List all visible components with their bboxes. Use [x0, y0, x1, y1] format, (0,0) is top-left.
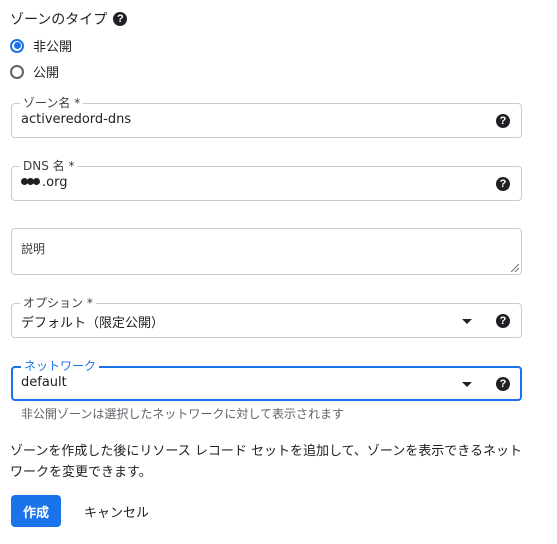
- help-icon[interactable]: ?: [496, 114, 510, 128]
- radio-private[interactable]: 非公開: [10, 36, 72, 55]
- resize-handle-icon[interactable]: [511, 264, 519, 272]
- radio-public[interactable]: 公開: [10, 62, 59, 81]
- radio-private-label: 非公開: [33, 40, 73, 55]
- radio-button-unchecked[interactable]: [10, 64, 24, 79]
- options-label: オプション *: [20, 295, 96, 311]
- dns-name-field[interactable]: DNS 名 * .org ?: [11, 158, 522, 201]
- options-select[interactable]: オプション * デフォルト（限定公開） ?: [11, 295, 522, 338]
- info-text: ゾーンを作成した後にリソース レコード セットを追加して、ゾーンを表示できるネッ…: [10, 444, 523, 480]
- network-select[interactable]: ネットワーク default ?: [11, 358, 522, 401]
- description-placeholder: 説明: [21, 242, 46, 256]
- zone-type-heading: ゾーンのタイプ ?: [10, 9, 128, 29]
- dns-name-value[interactable]: .org: [42, 175, 67, 190]
- dropdown-arrow-icon[interactable]: [462, 319, 472, 324]
- zone-name-value[interactable]: activeredord-dns: [21, 112, 131, 127]
- zone-name-label: ゾーン名 *: [20, 95, 84, 111]
- network-hint: 非公開ゾーンは選択したネットワークに対して表示されます: [21, 407, 345, 421]
- network-value[interactable]: default: [21, 375, 67, 390]
- radio-public-label: 公開: [33, 66, 60, 81]
- description-textarea[interactable]: 説明: [11, 228, 522, 275]
- options-value[interactable]: デフォルト（限定公開）: [21, 312, 164, 331]
- help-icon[interactable]: ?: [113, 12, 128, 26]
- dropdown-arrow-icon[interactable]: [462, 382, 472, 387]
- radio-button-checked[interactable]: [10, 38, 24, 53]
- redacted-dots: [21, 178, 40, 185]
- create-button[interactable]: 作成: [11, 495, 61, 527]
- zone-type-title: ゾーンのタイプ: [10, 12, 108, 28]
- zone-name-field[interactable]: ゾーン名 * activeredord-dns ?: [11, 95, 522, 138]
- help-icon[interactable]: ?: [496, 177, 510, 191]
- help-icon[interactable]: ?: [496, 377, 510, 391]
- network-label: ネットワーク: [21, 358, 100, 374]
- cancel-button[interactable]: キャンセル: [84, 502, 149, 521]
- help-icon[interactable]: ?: [496, 314, 510, 328]
- dns-name-label: DNS 名 *: [20, 158, 78, 174]
